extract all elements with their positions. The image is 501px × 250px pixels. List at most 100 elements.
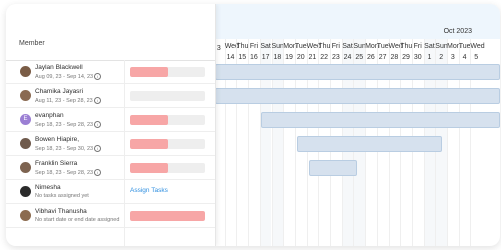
day-number: 24: [343, 54, 352, 61]
day-of-week: Sat: [424, 43, 435, 50]
day-of-week: Sun: [271, 43, 284, 50]
day-number: 25: [355, 54, 364, 61]
member-header-label: Member: [19, 40, 45, 47]
day-number: 4: [462, 54, 467, 61]
member-row[interactable]: Vibhavi Thanusha No start date or end dat…: [6, 204, 215, 228]
day-number: 3: [450, 54, 455, 61]
avatar: [20, 90, 31, 101]
member-dates-text: Aug 11, 23 - Sep 28, 23: [35, 97, 93, 104]
day-number: 14: [226, 54, 235, 61]
info-icon[interactable]: i: [93, 97, 101, 104]
info-icon[interactable]: i: [94, 145, 102, 152]
day-number: 5: [474, 54, 479, 61]
avatar: [20, 210, 31, 221]
member-header: Member: [6, 30, 215, 61]
member-name: evanphan: [35, 112, 64, 119]
progress-bar: [130, 211, 205, 221]
task-bar[interactable]: [261, 112, 500, 128]
member-name: Chamika Jayasri: [35, 88, 84, 95]
day-number: 21: [308, 54, 317, 61]
day-number: 18: [273, 54, 282, 61]
member-dates-text: Sep 18, 23 - Sep 30, 23: [35, 145, 94, 152]
member-dates: Sep 18, 23 - Sep 28, 23 i: [35, 169, 102, 176]
day-of-week: Fri: [413, 43, 422, 50]
member-dates: Aug 09, 23 - Sep 14, 23 i: [35, 73, 102, 80]
member-name: Bowen Hiapire,: [35, 136, 80, 143]
member-panel: Member Jaylan Blackwell Aug 09, 23 - Sep …: [6, 4, 216, 246]
day-number: 17: [261, 54, 270, 61]
task-bar[interactable]: [309, 160, 357, 176]
member-dates: No tasks assigned yet: [35, 193, 89, 199]
day-number: 19: [285, 54, 293, 61]
info-icon[interactable]: i: [94, 169, 102, 176]
info-icon[interactable]: i: [94, 121, 102, 128]
member-dates-text: Sep 18, 23 - Sep 28, 23: [35, 169, 94, 176]
day-number: 27: [378, 54, 387, 61]
day-number: 1: [427, 54, 432, 61]
day-of-week: Tue: [294, 43, 307, 50]
member-name: Franklin Sierra: [35, 160, 78, 167]
day-number: 16: [250, 54, 258, 61]
member-dates-text: Sep 18, 23 - Sep 28, 23: [35, 121, 94, 128]
progress-bar: [130, 139, 205, 149]
avatar: [20, 138, 31, 149]
task-bar[interactable]: [215, 64, 500, 80]
progress-bar: [130, 115, 205, 125]
progress-bar: [130, 67, 205, 77]
progress-bar: [130, 163, 205, 173]
progress-bar: [130, 91, 205, 101]
day-number: 29: [402, 54, 410, 61]
member-dates: Aug 11, 23 - Sep 28, 23 i: [35, 97, 101, 104]
day-of-week: Thu: [400, 43, 413, 50]
day-number: 15: [238, 54, 247, 61]
member-name: Nimesha: [35, 184, 61, 191]
avatar: [20, 186, 31, 197]
day-number: 22: [320, 54, 329, 61]
info-icon[interactable]: i: [94, 73, 102, 80]
member-row[interactable]: Bowen Hiapire, Sep 18, 23 - Sep 30, 23 i: [6, 132, 215, 156]
gantt-card: Oct 2023 3 Wed 14 Thu 15 Fri 16 Sat 17 Sun 18 Mon 19…: [6, 4, 500, 246]
day-of-week: Tue: [376, 43, 389, 50]
member-dates-text: Aug 09, 23 - Sep 14, 23: [35, 73, 94, 80]
day-number: 20: [296, 54, 305, 61]
day-number: 28: [390, 54, 399, 61]
member-dates: No start date or end date assigned: [35, 217, 119, 223]
member-row[interactable]: Eevanphan Sep 18, 23 - Sep 28, 23 i: [6, 108, 215, 132]
day-of-week: Sun: [353, 43, 366, 50]
assign-tasks-link[interactable]: Assign Tasks: [130, 187, 168, 194]
month-label: Oct 2023: [443, 28, 472, 35]
timeline: Oct 2023 3 Wed 14 Thu 15 Fri 16 Sat 17 Sun 18 Mon 19…: [213, 4, 500, 246]
progress-fill: [130, 211, 205, 221]
member-dates-text: No start date or end date assigned: [35, 217, 120, 223]
member-row[interactable]: Chamika Jayasri Aug 11, 23 - Sep 28, 23 i: [6, 84, 215, 108]
member-dates: Sep 18, 23 - Sep 28, 23 i: [35, 121, 102, 128]
day-of-week: Sat: [342, 43, 353, 50]
day-number: 2: [439, 54, 444, 61]
day-of-week: Sun: [435, 43, 448, 50]
day-number: 26: [367, 54, 375, 61]
avatar: [20, 162, 31, 173]
progress-fill: [130, 139, 168, 149]
day-of-week: Tue: [458, 43, 471, 50]
day-number: 30: [413, 54, 422, 61]
avatar: [20, 66, 31, 77]
day-of-week: Sat: [260, 43, 271, 50]
day-of-week: Wed: [470, 43, 485, 50]
day-of-week: Fri: [249, 43, 259, 50]
member-row[interactable]: Jaylan Blackwell Aug 09, 23 - Sep 14, 23 i: [6, 60, 215, 84]
progress-fill: [130, 163, 168, 173]
day-of-week: Thu: [236, 43, 249, 50]
member-row[interactable]: Nimesha No tasks assigned yet Assign Tasks: [6, 180, 215, 204]
task-bar[interactable]: [215, 88, 500, 104]
member-dates: Sep 18, 23 - Sep 30, 23 i: [35, 145, 102, 152]
member-dates-text: No tasks assigned yet: [35, 193, 89, 199]
task-bar[interactable]: [297, 136, 442, 152]
member-name: Vibhavi Thanusha: [35, 208, 87, 215]
member-name: Jaylan Blackwell: [35, 64, 83, 71]
avatar: E: [20, 114, 31, 125]
day-of-week: Fri: [331, 43, 340, 50]
day-of-week: Thu: [318, 43, 331, 50]
progress-fill: [130, 67, 168, 77]
member-row[interactable]: Franklin Sierra Sep 18, 23 - Sep 28, 23 i: [6, 156, 215, 180]
day-number: 23: [331, 54, 340, 61]
